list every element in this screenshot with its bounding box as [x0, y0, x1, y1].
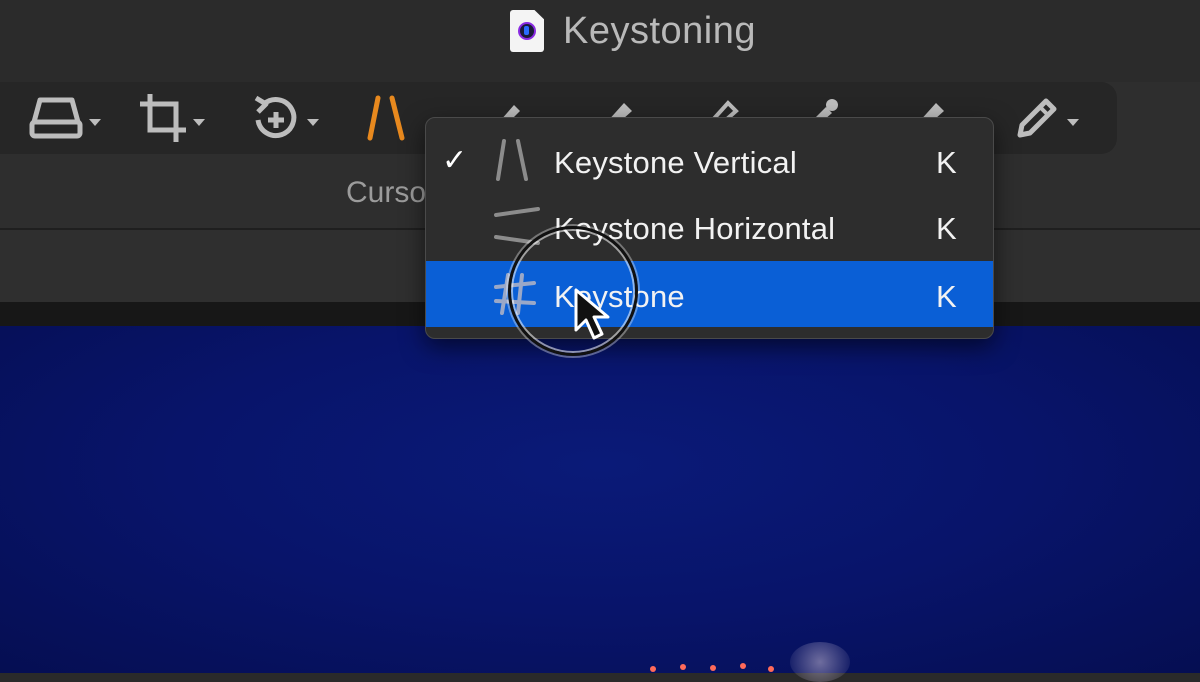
menu-item-keystone-vertical[interactable]: ✓ Keystone Vertical K [426, 127, 993, 193]
print-layout-tool-button[interactable] [28, 90, 101, 146]
crop-tool-icon [138, 92, 188, 144]
title-bar: Keystoning [0, 0, 1200, 82]
rotate-tool-button[interactable] [250, 90, 319, 146]
light-dot [740, 663, 746, 669]
crop-tool-button[interactable] [138, 90, 205, 146]
chevron-down-icon [89, 118, 101, 126]
chevron-down-icon [193, 118, 205, 126]
rotate-tool-icon [250, 92, 302, 144]
checkmark-icon: ✓ [442, 143, 468, 178]
pencil-tool-icon [1012, 93, 1062, 143]
keystone-tool-button[interactable] [364, 90, 408, 146]
section-label: Curso [346, 176, 427, 209]
menu-item-keystone-horizontal[interactable]: Keystone Horizontal K [426, 193, 993, 259]
light-glow [790, 642, 850, 682]
light-dot [680, 664, 686, 670]
menu-item-shortcut: K [936, 211, 957, 246]
light-dot [710, 665, 716, 671]
keystone-vertical-icon [492, 137, 532, 188]
chevron-down-icon [1067, 118, 1079, 126]
pencil-tool-button[interactable] [1012, 90, 1079, 146]
photo-viewer[interactable] [0, 326, 1200, 673]
chevron-down-icon [307, 118, 319, 126]
mouse-pointer-icon [572, 286, 612, 347]
menu-item-label: Keystone Vertical [554, 145, 797, 180]
window-title: Keystoning [563, 10, 757, 52]
keystone-tool-icon [364, 92, 408, 144]
menu-item-shortcut: K [936, 145, 957, 180]
light-dot [650, 666, 656, 672]
light-dot [768, 666, 774, 672]
print-layout-tool-icon [28, 92, 84, 144]
menu-item-shortcut: K [936, 279, 957, 314]
document-icon [510, 10, 544, 52]
